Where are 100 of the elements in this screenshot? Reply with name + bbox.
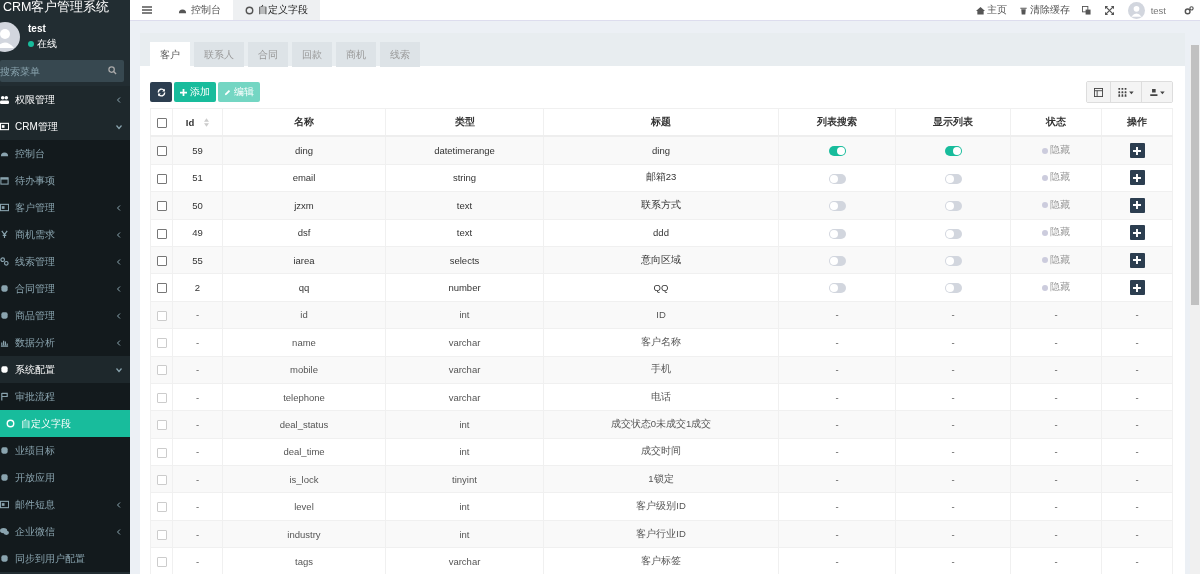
menu-item[interactable]: 待办事项 bbox=[0, 167, 130, 194]
menu-item[interactable]: 开放应用 bbox=[0, 464, 130, 491]
search-icon bbox=[108, 66, 117, 75]
move-button[interactable] bbox=[1129, 143, 1145, 159]
menu-item[interactable]: 企业微信 bbox=[0, 518, 130, 545]
toggle-switch[interactable] bbox=[828, 255, 846, 266]
avatar-icon[interactable] bbox=[1127, 1, 1145, 19]
table-cell: - bbox=[835, 501, 839, 513]
translate-icon[interactable] bbox=[1081, 5, 1091, 15]
sort-icon bbox=[204, 117, 210, 127]
table-cell: - bbox=[195, 391, 200, 403]
table-cell: - bbox=[195, 419, 200, 430]
move-button[interactable] bbox=[1129, 280, 1145, 296]
table-cell: - bbox=[1135, 473, 1139, 485]
checkbox[interactable] bbox=[156, 201, 167, 212]
menu-item[interactable]: CRM管理 bbox=[0, 113, 130, 140]
toggle-switch[interactable] bbox=[944, 201, 962, 212]
table-cell: 意向区域 bbox=[641, 253, 681, 265]
toggle-switch[interactable] bbox=[828, 228, 846, 239]
table-cell: 客户标签 bbox=[641, 554, 681, 566]
plus-icon bbox=[180, 88, 187, 96]
checkbox[interactable] bbox=[156, 310, 167, 321]
menu-item[interactable]: 审批流程 bbox=[0, 383, 130, 410]
table-cell: int bbox=[459, 309, 470, 321]
tab[interactable]: 客户 bbox=[150, 42, 190, 67]
menu-item[interactable]: 邮件短息 bbox=[0, 491, 130, 518]
checkbox[interactable] bbox=[156, 146, 167, 157]
checkbox[interactable] bbox=[156, 173, 167, 184]
table-cell: - bbox=[1135, 336, 1139, 348]
toggle-switch[interactable] bbox=[944, 173, 962, 184]
scrollbar[interactable] bbox=[1190, 45, 1200, 574]
menu-item[interactable]: 商机需求 bbox=[0, 221, 130, 248]
table-cell: - bbox=[951, 391, 955, 403]
header-link[interactable]: 主页 bbox=[975, 3, 1007, 17]
user-name: test bbox=[28, 23, 47, 34]
table-cell: 2 bbox=[194, 282, 201, 294]
user-name[interactable]: test bbox=[1150, 4, 1166, 16]
status-label: 隐藏 bbox=[1042, 253, 1070, 267]
checkbox[interactable] bbox=[156, 392, 167, 403]
menu-item[interactable]: 数据分析 bbox=[0, 329, 130, 356]
status-label: 隐藏 bbox=[1042, 226, 1070, 240]
checkbox[interactable] bbox=[156, 283, 167, 294]
table-cell: - bbox=[1135, 446, 1139, 458]
settings-icon[interactable] bbox=[1184, 5, 1194, 15]
toggle-switch[interactable] bbox=[828, 146, 846, 157]
checkbox[interactable] bbox=[156, 447, 167, 458]
plus-icon bbox=[1133, 283, 1141, 292]
table-cell: int bbox=[459, 446, 470, 458]
menu-item[interactable]: 控制台 bbox=[0, 140, 130, 167]
toggle-view-button[interactable] bbox=[1087, 82, 1111, 102]
header-link[interactable]: 清除缓存 bbox=[1018, 3, 1070, 17]
pencil-icon bbox=[224, 88, 231, 96]
fullscreen-icon[interactable] bbox=[1104, 5, 1114, 15]
plus-icon bbox=[1133, 146, 1141, 155]
menu-item[interactable]: 合同管理 bbox=[0, 275, 130, 302]
toggle-switch[interactable] bbox=[944, 146, 962, 157]
toggle-switch[interactable] bbox=[828, 173, 846, 184]
checkbox[interactable] bbox=[156, 117, 167, 128]
toggle-switch[interactable] bbox=[828, 283, 846, 294]
move-button[interactable] bbox=[1129, 170, 1145, 186]
checkbox[interactable] bbox=[156, 365, 167, 376]
table-cell: 59 bbox=[192, 145, 203, 157]
menu-item[interactable]: 业绩目标 bbox=[0, 437, 130, 464]
toggle-switch[interactable] bbox=[944, 255, 962, 266]
toggle-switch[interactable] bbox=[828, 201, 846, 212]
table-cell: - bbox=[1135, 528, 1139, 540]
checkbox[interactable] bbox=[156, 557, 167, 568]
table-cell: - bbox=[1054, 309, 1058, 321]
move-button[interactable] bbox=[1129, 252, 1145, 268]
checkbox[interactable] bbox=[156, 502, 167, 513]
menu-item[interactable]: 客户管理 bbox=[0, 194, 130, 221]
table-cell: - bbox=[835, 336, 839, 348]
menu-item[interactable]: 商品管理 bbox=[0, 302, 130, 329]
id-card-icon bbox=[0, 203, 9, 212]
checkbox[interactable] bbox=[156, 338, 167, 349]
toggle-switch[interactable] bbox=[944, 283, 962, 294]
grid-icon bbox=[1118, 87, 1134, 97]
table-cell: - bbox=[1054, 555, 1058, 567]
table-cell: - bbox=[951, 364, 955, 376]
menu-item[interactable]: 权限管理 bbox=[0, 86, 130, 113]
chevron-left-icon bbox=[116, 258, 122, 265]
checkbox[interactable] bbox=[156, 255, 167, 266]
checkbox[interactable] bbox=[156, 228, 167, 239]
refresh-button[interactable] bbox=[150, 82, 172, 102]
menu-item[interactable]: 线索管理 bbox=[0, 248, 130, 275]
move-button[interactable] bbox=[1129, 197, 1145, 213]
table-cell: - bbox=[195, 555, 200, 567]
checkbox[interactable] bbox=[156, 420, 167, 431]
page-tab[interactable]: 自定义字段 bbox=[233, 0, 320, 20]
checkbox[interactable] bbox=[156, 475, 167, 485]
table-cell: - bbox=[835, 309, 839, 321]
toggle-switch[interactable] bbox=[944, 228, 962, 239]
column-header: 显示列表 bbox=[933, 115, 973, 129]
search-field[interactable]: 搜索菜单 bbox=[0, 60, 124, 82]
table-cell: 55 bbox=[192, 254, 203, 266]
menu-icon[interactable] bbox=[142, 6, 152, 14]
checkbox[interactable] bbox=[156, 529, 167, 540]
menu-item[interactable]: 系统配置 bbox=[0, 356, 130, 383]
move-button[interactable] bbox=[1129, 225, 1145, 241]
menu-item[interactable]: 同步到用户配置 bbox=[0, 545, 130, 572]
